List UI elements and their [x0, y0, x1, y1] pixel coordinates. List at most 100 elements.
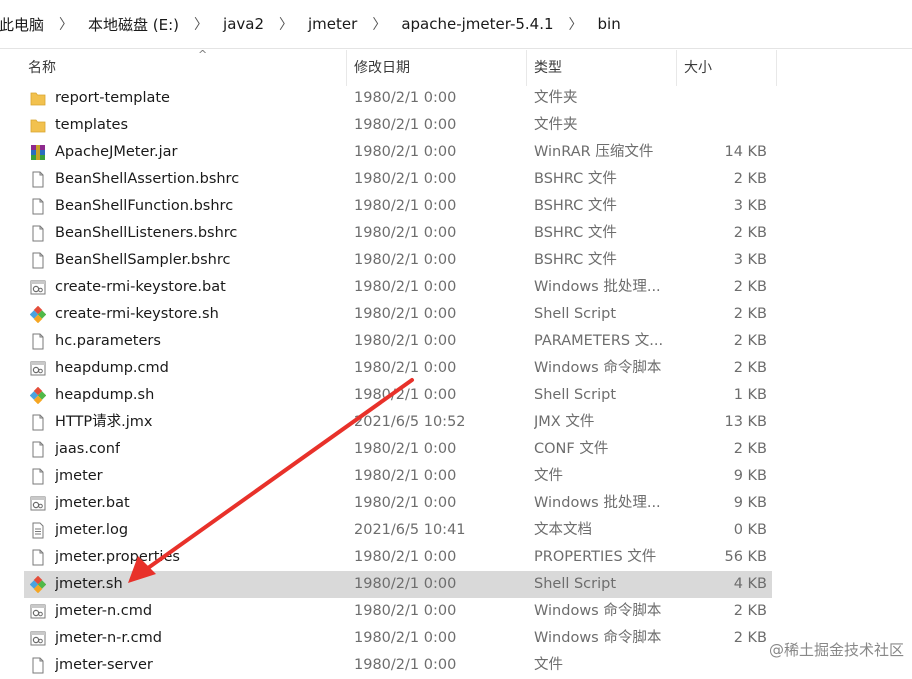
file-row[interactable]: heapdump.cmd 1980/2/1 0:00 Windows 命令脚本 2 K… [24, 355, 772, 382]
file-row[interactable]: jmeter-n-r.cmd 1980/2/1 0:00 Windows 命令脚本 2… [24, 625, 772, 652]
file-name: jmeter-n.cmd [55, 603, 153, 619]
file-type: PARAMETERS 文... [534, 333, 664, 349]
file-name: jmeter.properties [55, 549, 180, 565]
file-row[interactable]: report-template 1980/2/1 0:00 文件夹 [24, 85, 772, 112]
file-type: Windows 批处理... [534, 279, 661, 295]
file-name: HTTP请求.jmx [55, 414, 153, 430]
watermark-text: @稀土掘金技术社区 [766, 639, 906, 660]
file-size [674, 85, 767, 112]
file-size: 3 KB [733, 198, 767, 214]
chevron-right-icon[interactable]: 〉 [181, 14, 221, 34]
file-row[interactable]: jmeter-n.cmd 1980/2/1 0:00 Windows 命令脚本 2 K… [24, 598, 772, 625]
sort-ascending-icon: ^ [198, 48, 208, 61]
file-name: BeanShellListeners.bshrc [55, 225, 238, 241]
file-type: WinRAR 压缩文件 [534, 144, 654, 160]
file-row[interactable]: jmeter 1980/2/1 0:00 文件 9 KB [24, 463, 772, 490]
file-row[interactable]: ApacheJMeter.jar 1980/2/1 0:00 WinRAR 压缩文件… [24, 139, 772, 166]
file-name: ApacheJMeter.jar [55, 144, 178, 160]
column-header-name[interactable]: 名称 [28, 50, 56, 86]
file-size: 13 KB [724, 414, 767, 430]
file-size: 14 KB [724, 144, 767, 160]
column-divider[interactable] [346, 50, 347, 86]
file-name: BeanShellSampler.bshrc [55, 252, 231, 268]
column-divider[interactable] [776, 50, 777, 86]
file-row[interactable]: create-rmi-keystore.sh 1980/2/1 0:00 Shell… [24, 301, 772, 328]
file-type: 文件夹 [534, 90, 578, 106]
file-row[interactable]: BeanShellListeners.bshrc 1980/2/1 0:00 BSH… [24, 220, 772, 247]
chevron-right-icon[interactable]: 〉 [46, 14, 86, 34]
file-row[interactable]: jmeter.sh 1980/2/1 0:00 Shell Script 4 KB [24, 571, 772, 598]
column-header-size[interactable]: 大小 [684, 50, 712, 86]
file-date: 1980/2/1 0:00 [354, 198, 457, 214]
file-date: 1980/2/1 0:00 [354, 90, 457, 106]
column-header-bar: 名称 ^ 修改日期 类型 大小 [22, 48, 782, 86]
breadcrumb-item-jmeter[interactable]: jmeter [306, 15, 359, 33]
file-row[interactable]: BeanShellSampler.bshrc 1980/2/1 0:00 BSHRC… [24, 247, 772, 274]
file-name: jaas.conf [55, 441, 121, 457]
address-bar[interactable]: 此电脑 〉 本地磁盘 (E:) 〉 java2 〉 jmeter 〉 apach… [0, 0, 912, 49]
chevron-right-icon[interactable]: 〉 [359, 14, 399, 34]
file-size: 2 KB [733, 360, 767, 376]
breadcrumb-item-this-pc[interactable]: 此电脑 [0, 14, 46, 35]
column-header-type[interactable]: 类型 [534, 50, 562, 86]
file-type: 文件 [534, 468, 563, 484]
file-type: Windows 命令脚本 [534, 603, 662, 619]
file-row[interactable]: jmeter.bat 1980/2/1 0:00 Windows 批处理... 9 K… [24, 490, 772, 517]
file-size: 1 KB [733, 387, 767, 403]
breadcrumb-item-java2[interactable]: java2 [221, 15, 266, 33]
file-date: 1980/2/1 0:00 [354, 144, 457, 160]
breadcrumb: 此电脑 〉 本地磁盘 (E:) 〉 java2 〉 jmeter 〉 apach… [0, 0, 623, 48]
file-size: 2 KB [733, 279, 767, 295]
file-size: 56 KB [724, 549, 767, 565]
file-type: JMX 文件 [534, 414, 595, 430]
breadcrumb-item-apache-jmeter[interactable]: apache-jmeter-5.4.1 [399, 15, 555, 33]
file-date: 2021/6/5 10:41 [354, 522, 466, 538]
chevron-right-icon[interactable]: 〉 [266, 14, 306, 34]
file-type: CONF 文件 [534, 441, 609, 457]
file-row[interactable]: jmeter.log 2021/6/5 10:41 文本文档 0 KB [24, 517, 772, 544]
file-type: BSHRC 文件 [534, 171, 617, 187]
column-divider[interactable] [676, 50, 677, 86]
file-date: 2021/6/5 10:52 [354, 414, 466, 430]
file-type: BSHRC 文件 [534, 225, 617, 241]
file-date: 1980/2/1 0:00 [354, 549, 457, 565]
file-size: 3 KB [733, 252, 767, 268]
file-row[interactable]: BeanShellAssertion.bshrc 1980/2/1 0:00 BSH… [24, 166, 772, 193]
file-date: 1980/2/1 0:00 [354, 495, 457, 511]
file-date: 1980/2/1 0:00 [354, 306, 457, 322]
chevron-right-icon[interactable]: 〉 [556, 14, 596, 34]
file-row[interactable]: HTTP请求.jmx 2021/6/5 10:52 JMX 文件 13 KB [24, 409, 772, 436]
file-type: BSHRC 文件 [534, 252, 617, 268]
file-type: PROPERTIES 文件 [534, 549, 657, 565]
column-header-date[interactable]: 修改日期 [354, 50, 410, 86]
file-size: 2 KB [733, 603, 767, 619]
file-size: 2 KB [733, 333, 767, 349]
file-name: heapdump.sh [55, 387, 155, 403]
breadcrumb-item-drive[interactable]: 本地磁盘 (E:) [86, 14, 181, 35]
file-size: 2 KB [733, 171, 767, 187]
file-type: Windows 命令脚本 [534, 630, 662, 646]
file-name: jmeter [55, 468, 103, 484]
file-row[interactable]: BeanShellFunction.bshrc 1980/2/1 0:00 BSHR… [24, 193, 772, 220]
column-divider[interactable] [526, 50, 527, 86]
file-date: 1980/2/1 0:00 [354, 252, 457, 268]
file-row[interactable]: create-rmi-keystore.bat 1980/2/1 0:00 Wind… [24, 274, 772, 301]
file-name: jmeter.sh [55, 576, 123, 592]
file-date: 1980/2/1 0:00 [354, 225, 457, 241]
file-size: 2 KB [733, 630, 767, 646]
file-date: 1980/2/1 0:00 [354, 603, 457, 619]
file-row[interactable]: jaas.conf 1980/2/1 0:00 CONF 文件 2 KB [24, 436, 772, 463]
file-name: create-rmi-keystore.bat [55, 279, 226, 295]
breadcrumb-item-bin[interactable]: bin [596, 15, 623, 33]
file-row[interactable]: templates 1980/2/1 0:00 文件夹 [24, 112, 772, 139]
file-type: Windows 批处理... [534, 495, 661, 511]
file-type: BSHRC 文件 [534, 198, 617, 214]
file-row[interactable]: heapdump.sh 1980/2/1 0:00 Shell Script 1 KB [24, 382, 772, 409]
file-date: 1980/2/1 0:00 [354, 279, 457, 295]
file-row[interactable]: jmeter.properties 1980/2/1 0:00 PROPERTIES… [24, 544, 772, 571]
file-date: 1980/2/1 0:00 [354, 333, 457, 349]
file-name: templates [55, 117, 129, 133]
file-name: jmeter.log [55, 522, 129, 538]
file-date: 1980/2/1 0:00 [354, 468, 457, 484]
file-row[interactable]: hc.parameters 1980/2/1 0:00 PARAMETERS 文..… [24, 328, 772, 355]
